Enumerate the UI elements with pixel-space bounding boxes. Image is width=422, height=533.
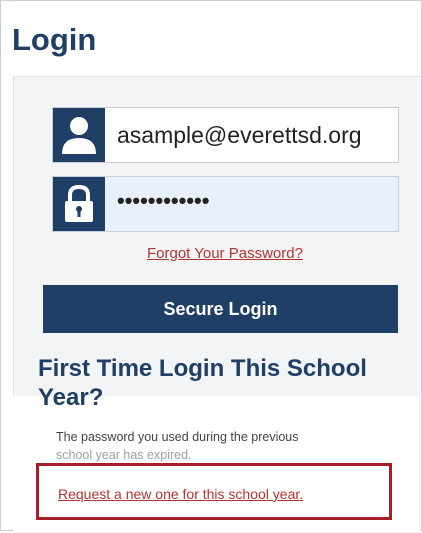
info-line-2: school year has expired. — [56, 448, 192, 462]
user-icon — [53, 108, 105, 162]
login-header: Login — [2, 2, 420, 76]
username-field[interactable]: asample@everettsd.org — [52, 107, 399, 163]
password-expired-text: The password you used during the previou… — [56, 428, 386, 464]
info-line-1: The password you used during the previou… — [56, 430, 299, 444]
login-window: Login asample@everettsd.org ••••••••••••… — [0, 0, 422, 533]
page-title: Login — [12, 22, 97, 57]
password-value[interactable]: •••••••••••• — [117, 174, 209, 228]
password-field[interactable]: •••••••••••• — [52, 176, 399, 232]
username-value[interactable]: asample@everettsd.org — [117, 108, 362, 162]
secure-login-button[interactable]: Secure Login — [43, 285, 398, 333]
lock-icon — [53, 177, 105, 231]
forgot-password-link[interactable]: Forgot Your Password? — [147, 245, 303, 262]
first-time-heading: First Time Login This School Year? — [38, 355, 367, 411]
request-new-password-link[interactable]: Request a new one for this school year. — [58, 486, 303, 502]
